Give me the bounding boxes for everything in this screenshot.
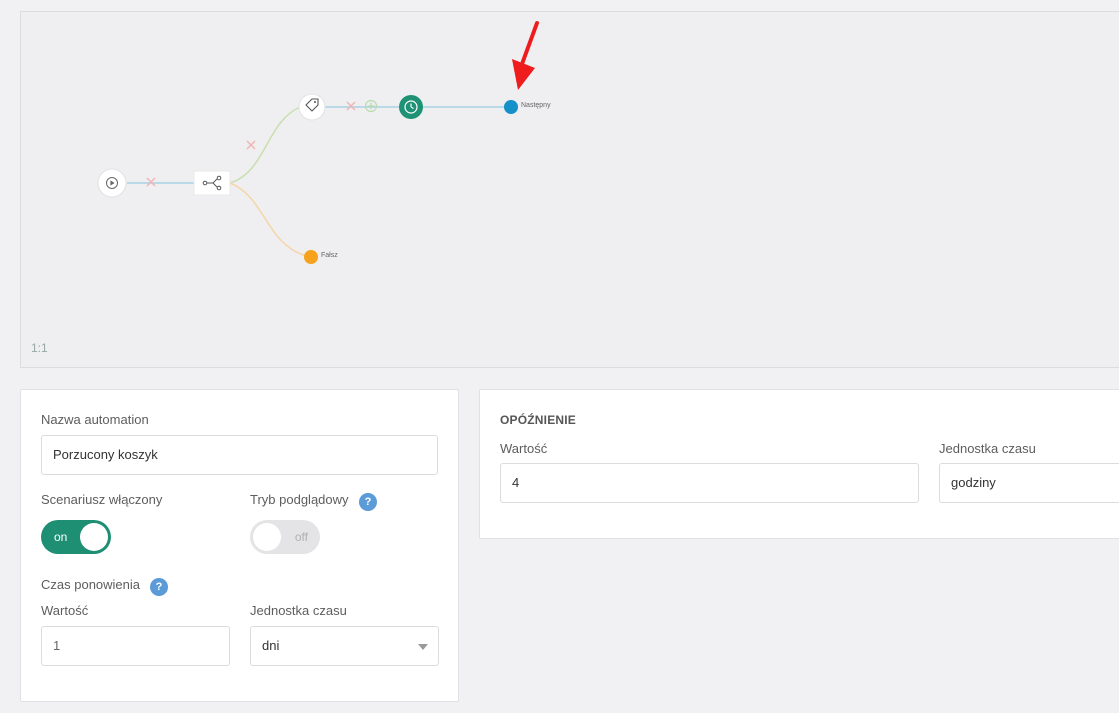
delete-connection-icon[interactable] [246, 140, 256, 150]
delete-connection-icon[interactable] [146, 177, 156, 187]
start-node[interactable] [97, 168, 127, 198]
workflow-diagram [97, 21, 539, 264]
retry-value-input[interactable]: 1 [41, 626, 230, 666]
connector-condition-false [229, 182, 311, 258]
delete-connection-icon[interactable] [346, 101, 356, 111]
preview-mode-toggle[interactable]: off [250, 520, 320, 554]
add-step-icon[interactable] [364, 99, 378, 113]
toggle-knob [80, 523, 108, 551]
toggle-knob [253, 523, 281, 551]
delay-value-input[interactable]: 4 [500, 463, 919, 503]
automation-name-label: Nazwa automation [41, 412, 149, 427]
workflow-canvas[interactable]: Następny Fałsz 1:1 [20, 11, 1119, 368]
retry-unit-select[interactable]: dni [250, 626, 439, 666]
preview-help-icon[interactable]: ? [359, 493, 377, 511]
automation-name-input[interactable]: Porzucony koszyk [41, 435, 438, 475]
scenario-enabled-label: Scenariusz włączony [41, 492, 163, 507]
delay-unit-select[interactable]: godziny [939, 463, 1119, 503]
retry-time-label: Czas ponowienia [41, 577, 141, 592]
tag-node[interactable] [298, 93, 326, 121]
toggle-off-label: off [294, 530, 308, 544]
next-endpoint-dot[interactable] [504, 100, 518, 114]
retry-unit-value: dni [262, 638, 280, 653]
delay-section-title: OPÓŹNIENIE [500, 413, 577, 427]
retry-value-label: Wartość [41, 603, 89, 618]
automation-settings-card: Nazwa automation Porzucony koszyk Scenar… [20, 389, 459, 702]
chevron-down-icon [418, 644, 428, 650]
delay-node[interactable] [399, 95, 423, 119]
scenario-enabled-toggle[interactable]: on [41, 520, 111, 554]
condition-node[interactable] [193, 170, 231, 196]
toggle-on-label: on [54, 530, 68, 544]
next-endpoint-label: Następny [521, 102, 551, 109]
annotation-arrow-icon [512, 21, 539, 90]
delay-settings-card: OPÓŹNIENIE Wartość 4 Jednostka czasu god… [479, 389, 1119, 539]
false-endpoint-dot[interactable] [304, 250, 318, 264]
retry-help-icon[interactable]: ? [150, 578, 168, 596]
delay-value-label: Wartość [500, 441, 548, 456]
zoom-level: 1:1 [31, 341, 48, 355]
retry-unit-label: Jednostka czasu [250, 603, 347, 618]
preview-mode-label: Tryb podglądowy [250, 492, 349, 507]
delay-unit-label: Jednostka czasu [939, 441, 1036, 456]
connector-condition-true [229, 106, 301, 184]
false-endpoint-label: Fałsz [321, 252, 338, 259]
